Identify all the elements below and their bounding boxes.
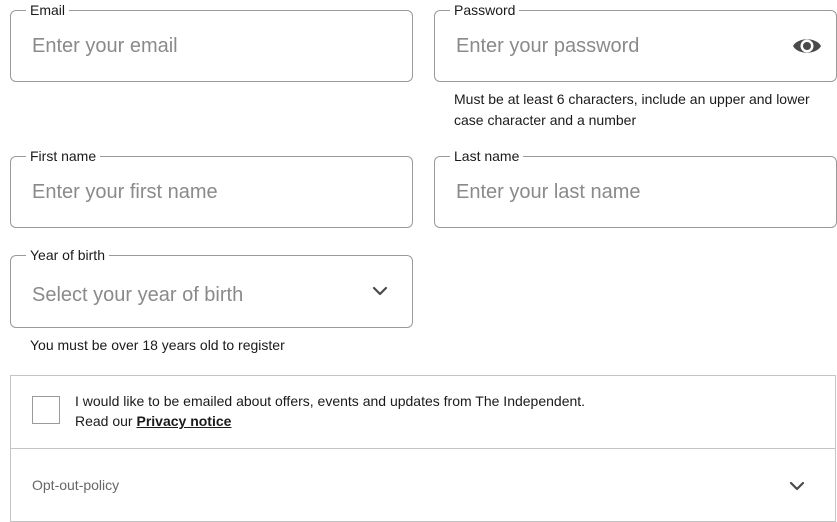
year-of-birth-select[interactable]: Year of birth Select your year of birth bbox=[10, 247, 413, 328]
first-name-field[interactable]: First name bbox=[10, 148, 413, 228]
first-name-input[interactable] bbox=[11, 157, 412, 227]
password-input[interactable] bbox=[435, 11, 836, 81]
opt-out-policy-label: Opt-out-policy bbox=[32, 477, 120, 493]
year-of-birth-label: Year of birth bbox=[26, 247, 109, 263]
consent-message: I would like to be emailed about offers,… bbox=[75, 393, 586, 409]
consent-section: I would like to be emailed about offers,… bbox=[10, 375, 836, 448]
password-helper: Must be at least 6 characters, include a… bbox=[454, 91, 810, 128]
email-field[interactable]: Email bbox=[10, 2, 413, 82]
opt-out-policy-accordion[interactable]: Opt-out-policy bbox=[10, 448, 836, 522]
consent-read-prefix: Read our bbox=[75, 413, 133, 429]
email-input[interactable] bbox=[11, 11, 412, 81]
year-of-birth-helper: You must be over 18 years old to registe… bbox=[30, 337, 285, 353]
password-field[interactable]: Password bbox=[434, 2, 837, 82]
year-of-birth-placeholder: Select your year of birth bbox=[32, 284, 244, 306]
last-name-field[interactable]: Last name bbox=[434, 148, 837, 228]
chevron-down-icon[interactable] bbox=[789, 479, 805, 497]
consent-checkbox[interactable] bbox=[32, 396, 60, 424]
last-name-input[interactable] bbox=[435, 157, 836, 227]
consent-text: I would like to be emailed about offers,… bbox=[75, 391, 585, 431]
eye-icon[interactable] bbox=[790, 31, 824, 61]
chevron-down-icon[interactable] bbox=[372, 284, 388, 302]
privacy-notice-link[interactable]: Privacy notice bbox=[136, 413, 231, 429]
